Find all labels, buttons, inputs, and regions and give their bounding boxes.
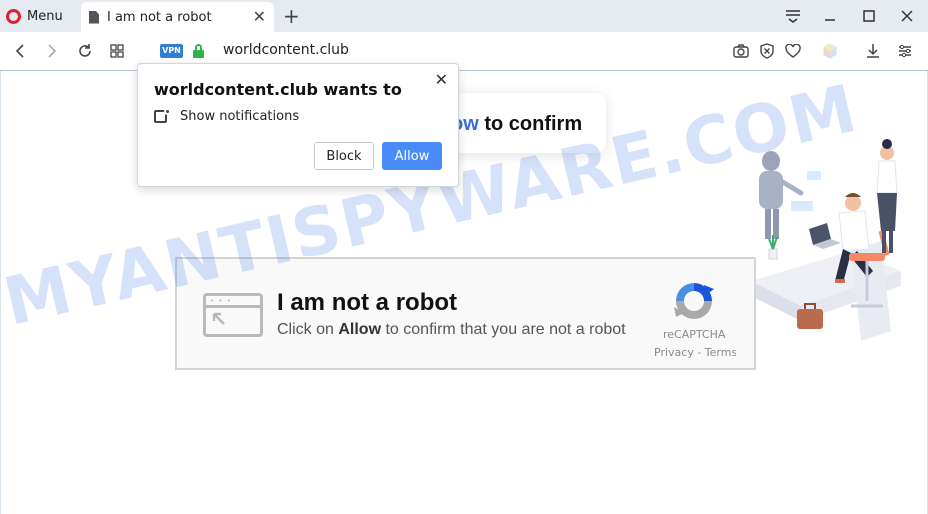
speed-dial-icon[interactable] — [106, 40, 128, 62]
recaptcha-privacy-terms[interactable]: Privacy - Terms — [654, 346, 736, 359]
maximize-button[interactable] — [852, 0, 886, 32]
tab-strip: Menu I am not a robot ✕ + — [0, 0, 928, 32]
menu-label: Menu — [27, 8, 63, 24]
notification-icon — [154, 108, 171, 124]
prompt-title: worldcontent.club wants to — [154, 80, 402, 99]
address-field[interactable]: worldcontent.club — [223, 42, 349, 58]
close-icon[interactable]: ✕ — [435, 70, 448, 89]
confirm-rest: to confirm — [478, 113, 583, 135]
camera-icon[interactable] — [730, 40, 752, 62]
easy-setup-icon[interactable] — [894, 40, 916, 62]
reload-icon[interactable] — [74, 40, 96, 62]
captcha-title: I am not a robot — [277, 289, 457, 316]
recaptcha-logo-icon — [674, 283, 714, 319]
download-icon[interactable] — [862, 40, 884, 62]
document-icon — [89, 10, 99, 24]
close-window-button[interactable] — [890, 0, 924, 32]
tab-title: I am not a robot — [107, 9, 212, 25]
close-tab-icon[interactable]: ✕ — [253, 7, 266, 26]
block-button[interactable]: Block — [314, 142, 374, 170]
forward-icon[interactable] — [41, 40, 63, 62]
new-tab-button[interactable]: + — [283, 4, 300, 28]
lock-icon[interactable] — [193, 44, 204, 58]
browser-window: Menu I am not a robot ✕ + VPN worldconte… — [0, 0, 928, 514]
captcha-instruction: Click on Allow to confirm that you are n… — [277, 321, 626, 339]
tab-active[interactable]: I am not a robot ✕ — [81, 2, 274, 32]
back-icon[interactable] — [9, 40, 31, 62]
captcha-sub-bold: Allow — [338, 321, 382, 338]
tab-menu-icon[interactable] — [776, 0, 810, 32]
office-illustration — [751, 139, 901, 341]
vpn-badge[interactable]: VPN — [160, 44, 183, 58]
minimize-button[interactable] — [813, 0, 847, 32]
permission-row: Show notifications — [154, 108, 299, 124]
opera-logo-icon — [6, 8, 21, 24]
captcha-sub-prefix: Click on — [277, 321, 339, 338]
confirm-heading: ow to confirm — [451, 113, 582, 136]
notification-permission-prompt: worldcontent.club wants to ✕ Show notifi… — [137, 63, 459, 187]
allow-button[interactable]: Allow — [382, 142, 442, 170]
recaptcha-label: reCAPTCHA — [663, 328, 726, 341]
fake-captcha-box[interactable]: • • • I am not a robot Click on Allow to… — [175, 257, 756, 370]
browser-window-icon: • • • — [203, 293, 263, 337]
opera-menu-button[interactable]: Menu — [6, 4, 63, 28]
permission-label: Show notifications — [180, 108, 300, 124]
heart-icon[interactable] — [782, 40, 804, 62]
extension-cube-icon[interactable] — [819, 40, 841, 62]
adblock-shield-icon[interactable] — [756, 40, 778, 62]
captcha-sub-suffix: to confirm that you are not a robot — [381, 321, 626, 338]
